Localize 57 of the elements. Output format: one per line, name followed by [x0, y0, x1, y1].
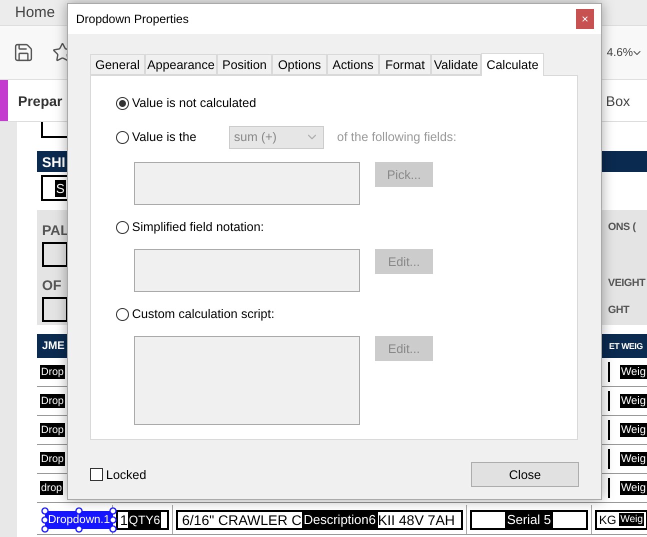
save-icon[interactable] [13, 42, 34, 63]
cell-value: KII 48V 7AH [378, 512, 455, 528]
tab[interactable]: Options [272, 54, 327, 75]
tool-title: Prepar [18, 92, 62, 108]
checkbox[interactable] [90, 468, 103, 481]
cell-value: 1 [120, 512, 128, 528]
dialog-title: Dropdown Properties [76, 12, 189, 26]
tab[interactable]: General [90, 54, 145, 75]
dropdown-field[interactable]: Dropdown.1 [45, 510, 113, 528]
close-button[interactable]: × [576, 9, 594, 29]
fields-box[interactable] [134, 162, 360, 205]
field-name[interactable]: drop [40, 481, 64, 495]
tab[interactable]: Actions [327, 54, 379, 75]
field-name[interactable]: Drop [40, 394, 65, 408]
tab[interactable]: Appearance [145, 54, 217, 75]
field-name: Weig [619, 513, 644, 526]
field-name: Description6 [302, 511, 378, 528]
field-name: Weig [620, 481, 647, 495]
close-dialog-button[interactable]: Close [471, 462, 579, 487]
field-name: Weig [620, 452, 647, 466]
field-name: Serial 5 [504, 511, 554, 528]
field-name: S [55, 180, 66, 196]
radio-button[interactable] [116, 96, 129, 110]
tab[interactable]: Validate [431, 54, 481, 75]
field-name[interactable]: Drop [40, 365, 65, 379]
zoom-level[interactable]: 4.6% [606, 46, 633, 58]
field-name: QTY6 [128, 512, 162, 528]
accent-bar [0, 80, 8, 121]
tab[interactable]: Calculate [481, 53, 544, 76]
field-name[interactable]: Drop [40, 423, 65, 437]
panel-label: VEIGHT [608, 277, 646, 289]
checkbox-label[interactable]: Locked [106, 468, 146, 482]
field-name: Weig [620, 423, 647, 437]
column-header: JME [42, 340, 65, 352]
column-header: ET WEIG [609, 341, 644, 351]
panel-label: OF [42, 277, 62, 293]
form-field[interactable]: Weig [608, 449, 647, 469]
tab[interactable]: Format [379, 54, 431, 75]
selection-handles-drawing[interactable] [41, 506, 117, 532]
header-text: SHI [42, 154, 66, 170]
field-name[interactable]: Drop [40, 452, 65, 466]
menu-tab[interactable]: Home [15, 4, 56, 21]
panel-label: GHT [608, 304, 630, 316]
field-name: Weig [620, 365, 647, 379]
panel-label: PAL [42, 222, 69, 238]
form-field[interactable]: Weig [608, 362, 647, 382]
tool-link[interactable]: Box [606, 92, 630, 108]
tab[interactable]: Position [217, 54, 272, 75]
panel-label: ONS ( [608, 221, 637, 233]
option-label[interactable]: Value is not calculated [132, 96, 256, 110]
cell-value: KG [599, 512, 616, 526]
option-suffix: of the following fields: [337, 130, 457, 144]
cell-value: 6/16" CRAWLER C [182, 512, 302, 528]
form-field[interactable]: Weig [608, 420, 647, 440]
form-field[interactable]: Weig [608, 478, 647, 498]
field-name: Weig [620, 394, 647, 408]
form-field[interactable]: Weig [608, 391, 647, 411]
